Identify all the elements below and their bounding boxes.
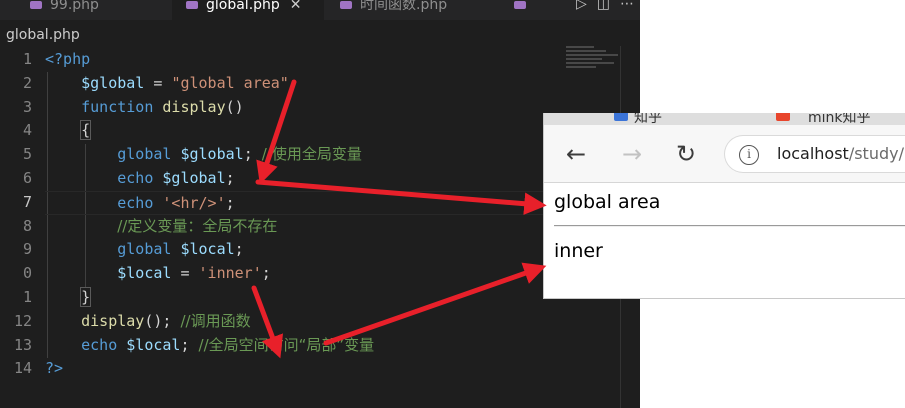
- line-number: 8: [22, 216, 32, 235]
- url-host: localhost: [777, 144, 849, 163]
- tab-overflow[interactable]: [500, 0, 528, 20]
- horizontal-rule: [554, 225, 905, 227]
- breadcrumb[interactable]: global.php: [6, 27, 80, 43]
- url-path: /study/: [848, 144, 904, 163]
- token-variable: $local: [126, 335, 181, 354]
- tab-global-php[interactable]: global.php ✕: [172, 0, 324, 20]
- php-file-icon: [514, 1, 526, 9]
- line-number: 2: [22, 73, 32, 92]
- token-string: 'inner': [198, 264, 262, 283]
- token-variable: $local: [180, 240, 235, 259]
- token-operator: =: [171, 264, 199, 283]
- line-number: 0: [22, 264, 32, 283]
- line-number: 12: [13, 311, 32, 330]
- token-variable: $global: [162, 168, 226, 187]
- code-line: display(); //调用函数: [45, 310, 640, 334]
- token-keyword: global: [117, 145, 172, 164]
- token-parens: (): [225, 97, 244, 116]
- token-variable: $local: [117, 264, 172, 283]
- token-keyword: echo: [117, 193, 154, 212]
- line-number: 14: [13, 359, 32, 378]
- back-button[interactable]: ←: [566, 139, 586, 169]
- site-favicon: [776, 113, 790, 121]
- run-icon[interactable]: ▷: [576, 0, 587, 12]
- info-icon[interactable]: i: [739, 145, 759, 165]
- tab-label: 时间函数.php: [360, 0, 448, 13]
- browser-tab-title[interactable]: mink知乎: [808, 113, 871, 125]
- code-line: ?>: [45, 357, 640, 381]
- token-function: display: [81, 311, 145, 330]
- url-text[interactable]: localhost/study/: [777, 144, 904, 163]
- output-inner: inner: [554, 240, 603, 262]
- line-number: 7: [22, 192, 32, 211]
- code-line: echo $local; //全局空间访问“局部”变量: [45, 334, 640, 358]
- token-keyword: echo: [81, 335, 118, 354]
- token-comment: //使用全局变量: [261, 145, 362, 164]
- tab-label: 99.php: [50, 0, 99, 13]
- line-number: 4: [22, 121, 32, 140]
- token-semicolon: ;: [180, 335, 199, 354]
- token-operator: =: [144, 73, 172, 92]
- token-semicolon: ;: [243, 145, 262, 164]
- token-semicolon: ;: [225, 193, 235, 212]
- token-function: display: [162, 97, 226, 116]
- token-comment: //全局空间访问“局部”变量: [198, 335, 375, 354]
- token-semicolon: ;: [225, 168, 235, 187]
- php-file-icon: [186, 1, 198, 9]
- token-keyword: echo: [117, 168, 154, 187]
- line-number: 9: [22, 240, 32, 259]
- token-semicolon: ;: [288, 73, 298, 92]
- browser-toolbar: ← → ↻ i localhost/study/: [544, 125, 905, 183]
- token-semicolon: ;: [234, 240, 244, 259]
- token-keyword: function: [81, 97, 154, 116]
- more-actions-icon[interactable]: ⋯: [620, 0, 634, 12]
- output-global-area: global area: [554, 191, 661, 213]
- token-variable: $global: [180, 145, 244, 164]
- address-bar[interactable]: i localhost/study/: [724, 135, 905, 173]
- code-line: <?php: [45, 48, 640, 72]
- line-number-gutter: 1 2 3 4 5 6 7 8 9 0 1 12 13 14: [0, 48, 34, 381]
- line-number: 13: [13, 335, 32, 354]
- editor-actions: ▷ ◫ ⋯: [566, 0, 634, 14]
- php-open-tag: <?php: [45, 50, 91, 68]
- close-icon[interactable]: ✕: [290, 0, 302, 12]
- php-file-icon: [340, 1, 352, 9]
- editor-tab-bar: 99.php global.php ✕ 时间函数.php ▷ ◫ ⋯: [0, 0, 640, 20]
- php-close-tag: ?>: [45, 359, 64, 378]
- browser-tab-title[interactable]: 知乎: [634, 113, 662, 125]
- line-number: 3: [22, 97, 32, 116]
- php-file-icon: [30, 1, 42, 9]
- zhihu-favicon: [614, 113, 628, 121]
- token-variable: $global: [81, 73, 145, 92]
- browser-tab-strip: 知乎 mink知乎: [544, 113, 905, 125]
- token-semicolon: ;: [261, 264, 271, 283]
- token-comment: //定义变量：全局不存在: [117, 216, 278, 235]
- tab-label: global.php: [206, 0, 280, 13]
- forward-button[interactable]: →: [622, 139, 642, 169]
- token-string: "global area": [171, 73, 289, 92]
- token-brace: }: [80, 286, 92, 307]
- background-area: [640, 0, 905, 113]
- minimap[interactable]: [566, 44, 628, 80]
- token-keyword: global: [117, 240, 172, 259]
- token-brace: {: [80, 120, 92, 141]
- code-line: $global = "global area";: [45, 72, 640, 96]
- line-number: 1: [22, 50, 32, 68]
- split-editor-icon[interactable]: ◫: [597, 0, 610, 12]
- token-string: '<hr/>': [162, 193, 226, 212]
- line-number: 5: [22, 145, 32, 164]
- browser-window[interactable]: 知乎 mink知乎 ← → ↻ i localhost/study/ globa…: [543, 113, 905, 299]
- token-comment: //调用函数: [180, 311, 251, 330]
- token-parens: ();: [144, 311, 181, 330]
- reload-button[interactable]: ↻: [676, 139, 696, 169]
- line-number: 1: [22, 287, 32, 306]
- tab-99-php[interactable]: 99.php: [30, 0, 170, 20]
- tab-time-functions-php[interactable]: 时间函数.php: [326, 0, 496, 20]
- line-number: 6: [22, 168, 32, 187]
